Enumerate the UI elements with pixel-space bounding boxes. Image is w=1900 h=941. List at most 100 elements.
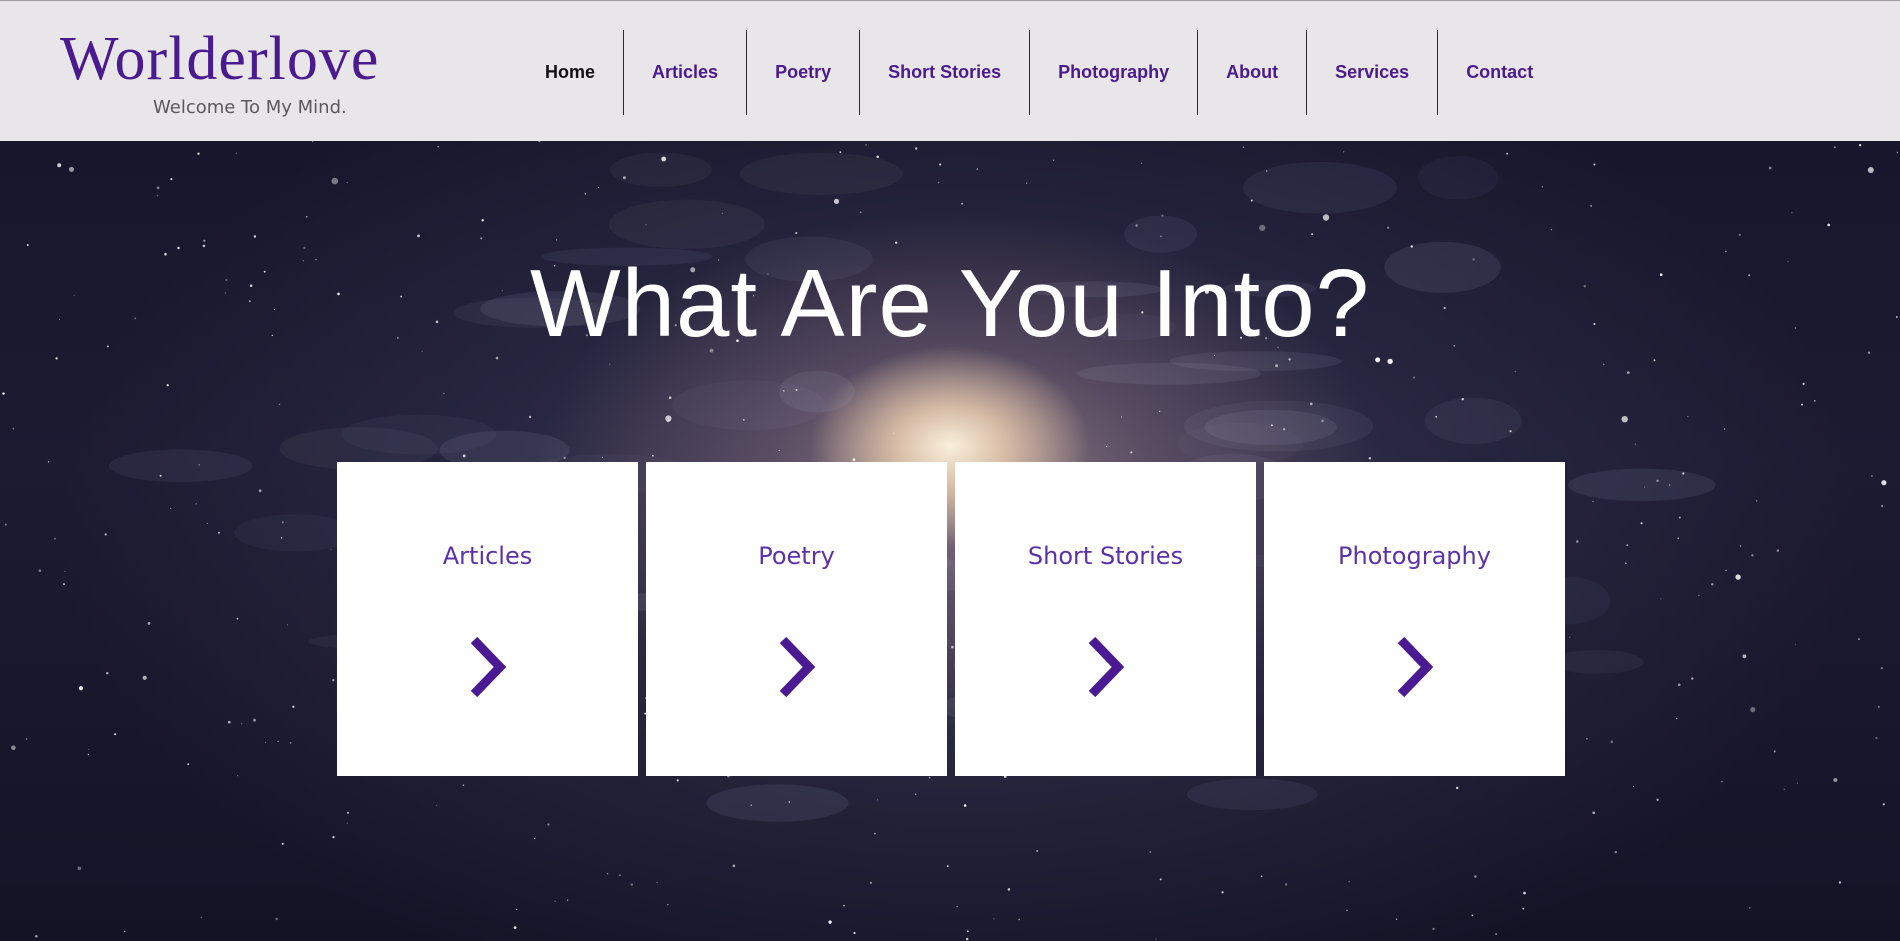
star <box>1735 574 1741 580</box>
star <box>1343 151 1345 153</box>
star <box>554 900 556 902</box>
star <box>206 522 208 524</box>
star <box>852 458 856 462</box>
star <box>874 832 876 835</box>
star <box>1881 505 1884 507</box>
star <box>1678 516 1681 519</box>
nav-item-home[interactable]: Home <box>517 30 625 115</box>
nav-item-about[interactable]: About <box>1198 30 1308 115</box>
star <box>47 461 50 463</box>
star <box>1627 371 1630 374</box>
nav-item-services[interactable]: Services <box>1307 30 1439 115</box>
star <box>1896 151 1899 153</box>
star <box>893 432 895 434</box>
star <box>187 763 190 766</box>
star <box>346 811 350 814</box>
star <box>1838 881 1842 884</box>
star <box>1159 410 1161 412</box>
star <box>170 178 173 181</box>
star <box>843 904 845 907</box>
star <box>237 774 239 777</box>
star <box>1105 445 1108 448</box>
nebula-streak <box>1183 400 1374 452</box>
star <box>1768 166 1772 170</box>
star <box>630 883 634 886</box>
star <box>547 823 550 826</box>
star <box>1871 475 1873 477</box>
star <box>1585 737 1588 740</box>
star <box>860 211 862 213</box>
star <box>1813 400 1816 402</box>
nav-item-photography[interactable]: Photography <box>1030 30 1199 115</box>
category-card-articles[interactable]: Articles <box>337 462 638 776</box>
star <box>88 748 90 750</box>
star <box>668 396 672 399</box>
nav-item-contact[interactable]: Contact <box>1438 30 1561 115</box>
category-card-short-stories[interactable]: Short Stories <box>955 462 1256 776</box>
star <box>1653 359 1656 362</box>
star <box>38 569 42 572</box>
star <box>963 804 967 807</box>
site-logo-title[interactable]: Worlderlove <box>60 23 379 95</box>
star <box>555 239 558 241</box>
star <box>1140 162 1143 164</box>
star <box>69 166 74 172</box>
star <box>202 244 206 248</box>
star <box>1691 677 1694 680</box>
star <box>346 182 348 184</box>
nav-item-short-stories[interactable]: Short Stories <box>860 30 1031 115</box>
star <box>1687 415 1689 418</box>
star <box>1242 146 1245 148</box>
star <box>1783 788 1786 790</box>
star <box>1858 638 1860 640</box>
star <box>170 507 172 509</box>
star <box>1675 717 1678 720</box>
star <box>1738 233 1741 236</box>
star <box>1755 500 1758 502</box>
star <box>1833 778 1838 782</box>
nebula-streak <box>108 449 253 483</box>
site-header: Worlderlove Welcome To My Mind. Home Art… <box>0 0 1900 141</box>
star <box>976 168 979 170</box>
star <box>332 679 335 682</box>
star <box>1750 707 1756 713</box>
star <box>346 822 348 824</box>
star <box>1711 583 1714 586</box>
star <box>275 917 278 921</box>
star <box>480 237 483 240</box>
star <box>993 918 995 920</box>
star <box>676 779 679 782</box>
star <box>1368 457 1372 460</box>
star <box>1603 363 1605 366</box>
star <box>828 920 832 924</box>
category-card-photography[interactable]: Photography <box>1264 462 1565 776</box>
category-card-label: Short Stories <box>1027 542 1184 570</box>
star <box>1590 205 1592 207</box>
star <box>11 745 16 751</box>
star <box>869 881 873 884</box>
star <box>1633 785 1634 787</box>
star <box>4 523 7 526</box>
star <box>292 705 295 708</box>
star <box>915 793 917 795</box>
nav-item-articles[interactable]: Articles <box>624 30 748 115</box>
star <box>877 799 878 801</box>
star <box>1569 636 1571 638</box>
star <box>1036 850 1038 852</box>
star <box>1007 888 1011 891</box>
star <box>1742 654 1747 659</box>
star <box>1514 371 1516 373</box>
star <box>265 741 266 743</box>
star <box>330 548 332 550</box>
star <box>197 152 200 155</box>
star <box>1625 562 1627 564</box>
star <box>1474 875 1477 878</box>
star <box>1751 554 1754 557</box>
star <box>895 241 898 244</box>
star <box>1259 224 1266 231</box>
category-card-poetry[interactable]: Poetry <box>646 462 947 776</box>
star <box>1130 451 1133 454</box>
nav-item-poetry[interactable]: Poetry <box>747 30 861 115</box>
star <box>1698 595 1700 597</box>
star <box>534 837 536 840</box>
